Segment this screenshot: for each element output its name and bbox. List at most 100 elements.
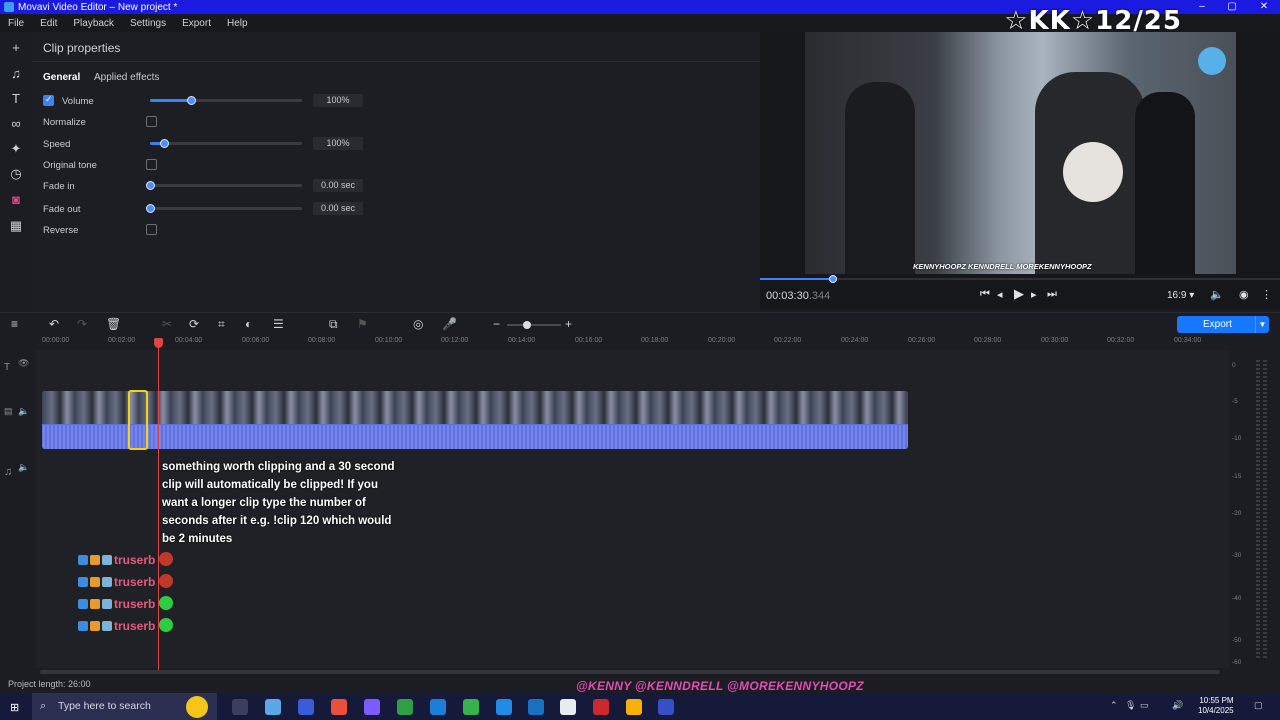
play-icon[interactable]: ▶	[1014, 286, 1024, 302]
weather-icon[interactable]	[186, 696, 208, 718]
more-icon[interactable]: ⋮	[1261, 288, 1272, 301]
volume-icon[interactable]: 🔈	[1210, 288, 1224, 301]
skip-start-icon[interactable]: ⏮	[980, 288, 990, 301]
menu-edit[interactable]: Edit	[32, 18, 65, 29]
export-button[interactable]: Export ▼	[1177, 316, 1269, 333]
speed-slider[interactable]	[150, 139, 302, 148]
app-icon[interactable]	[397, 699, 413, 715]
tab-applied-effects[interactable]: Applied effects	[94, 72, 159, 83]
fade-in-knob[interactable]	[146, 181, 155, 190]
add-files-icon[interactable]: +	[8, 40, 24, 56]
discord-icon[interactable]	[364, 699, 380, 715]
clip-properties-icon[interactable]: ◙	[8, 192, 24, 208]
app-icon[interactable]	[496, 699, 512, 715]
speed-knob[interactable]	[159, 139, 169, 148]
copilot-icon[interactable]	[265, 699, 281, 715]
clip-settings-icon[interactable]: ☰	[273, 317, 284, 331]
transitions-icon[interactable]: ∞	[8, 116, 24, 132]
music-icon[interactable]: ♫	[8, 66, 24, 82]
preview-scrubber[interactable]	[760, 275, 1280, 283]
task-view-icon[interactable]	[232, 699, 248, 715]
fade-in-slider[interactable]	[146, 181, 302, 190]
taskbar-clock[interactable]: 10:55 PM 10/4/2025	[1198, 696, 1234, 716]
undo-icon[interactable]: ↶	[49, 317, 59, 331]
fade-out-knob[interactable]	[146, 204, 155, 213]
volume-slider[interactable]	[150, 96, 302, 105]
movavi-icon[interactable]	[528, 699, 544, 715]
more-tools-icon[interactable]: ▦	[8, 218, 24, 234]
selected-clip[interactable]	[128, 390, 148, 450]
skip-end-icon[interactable]: ⏭	[1047, 288, 1057, 301]
menu-file[interactable]: File	[0, 18, 32, 29]
file-explorer-icon[interactable]	[626, 699, 642, 715]
speaker-icon[interactable]: 🔊	[1172, 700, 1183, 711]
menu-playback[interactable]: Playback	[65, 18, 122, 29]
original-tone-checkbox[interactable]	[146, 159, 157, 170]
playhead-handle[interactable]	[154, 338, 163, 348]
network-icon[interactable]: ▭	[1140, 700, 1149, 711]
mute-icon[interactable]: 🔈	[18, 406, 29, 417]
microphone-icon[interactable]: 🎙	[1125, 700, 1136, 711]
delete-icon[interactable]: 🗑	[106, 317, 121, 331]
microphone-icon[interactable]: 🎤	[442, 317, 457, 331]
menu-settings[interactable]: Settings	[122, 18, 174, 29]
step-forward-icon[interactable]: ▸	[1031, 288, 1037, 301]
menu-export[interactable]: Export	[174, 18, 219, 29]
zoom-slider[interactable]	[507, 321, 561, 329]
chevron-down-icon[interactable]: ▼	[1255, 316, 1269, 333]
visibility-icon[interactable]: 👁	[18, 358, 29, 369]
close-button[interactable]: ✕	[1250, 0, 1278, 14]
menu-help[interactable]: Help	[219, 18, 256, 29]
clock-time: 10:55 PM	[1199, 696, 1234, 705]
timeline-scrollbar[interactable]	[40, 670, 1220, 674]
stickers-icon[interactable]: ◷	[8, 166, 24, 182]
mute-icon[interactable]: 🔈	[18, 462, 29, 473]
badge-icon	[102, 599, 112, 609]
app-icon[interactable]	[593, 699, 609, 715]
notifications-icon[interactable]: ▢	[1254, 700, 1263, 711]
reverse-checkbox[interactable]	[146, 224, 157, 235]
chrome-icon[interactable]	[331, 699, 347, 715]
track-menu-icon[interactable]: ≡	[11, 317, 18, 331]
volume-checkbox[interactable]	[43, 94, 54, 106]
effects-icon[interactable]: ✦	[8, 141, 24, 157]
outlook-icon[interactable]	[430, 699, 446, 715]
rotate-icon[interactable]: ⟳	[189, 317, 199, 331]
zoom-knob[interactable]	[523, 321, 531, 329]
aspect-ratio-select[interactable]: 16:9 ▾	[1167, 290, 1194, 301]
video-preview[interactable]: KENNYHOOPZ KENNDRELL MOREKENNYHOOPZ	[805, 32, 1236, 274]
overlay-icon[interactable]: ⧉	[329, 317, 338, 332]
titles-icon[interactable]: T	[8, 91, 24, 107]
marker-icon[interactable]: ⚑	[357, 317, 368, 331]
normalize-checkbox[interactable]	[146, 116, 157, 127]
xbox-icon[interactable]	[463, 699, 479, 715]
color-adjust-icon[interactable]: ◐	[245, 317, 252, 331]
windows-start-icon[interactable]: ⊞	[10, 701, 22, 714]
timeline-ruler[interactable]: 00:00:00 00:02:00 00:04:00 00:06:00 00:0…	[36, 334, 1230, 348]
zoom-in-icon[interactable]: +	[565, 317, 572, 331]
scrubber-knob[interactable]	[828, 275, 837, 283]
store-icon[interactable]	[298, 699, 314, 715]
zoom-out-icon[interactable]: −	[493, 317, 500, 331]
fade-in-value[interactable]: 0.00 sec	[313, 179, 363, 192]
snapshot-icon[interactable]: ◉	[1239, 288, 1249, 301]
redo-icon[interactable]: ↷	[77, 317, 87, 331]
maximize-button[interactable]: ▢	[1218, 0, 1246, 14]
step-back-icon[interactable]: ◂	[997, 288, 1003, 301]
video-clip-track[interactable]	[42, 391, 908, 449]
cut-icon[interactable]: ✂	[162, 317, 172, 331]
fade-out-value[interactable]: 0.00 sec	[313, 202, 363, 215]
tab-general[interactable]: General	[43, 72, 80, 83]
ruler-tick: 00:00:00	[42, 337, 70, 344]
crop-icon[interactable]: ⌗	[218, 317, 225, 332]
app-icon[interactable]	[658, 699, 674, 715]
minimize-button[interactable]: –	[1188, 0, 1216, 14]
fade-out-slider[interactable]	[146, 204, 302, 213]
speed-value[interactable]: 100%	[313, 137, 363, 150]
record-icon[interactable]: ◎	[413, 317, 423, 331]
volume-value[interactable]: 100%	[313, 94, 363, 107]
tray-chevron-icon[interactable]: ⌃	[1110, 700, 1118, 711]
volume-knob[interactable]	[187, 96, 197, 105]
audio-waveform	[42, 425, 908, 449]
capcut-icon[interactable]	[560, 699, 576, 715]
